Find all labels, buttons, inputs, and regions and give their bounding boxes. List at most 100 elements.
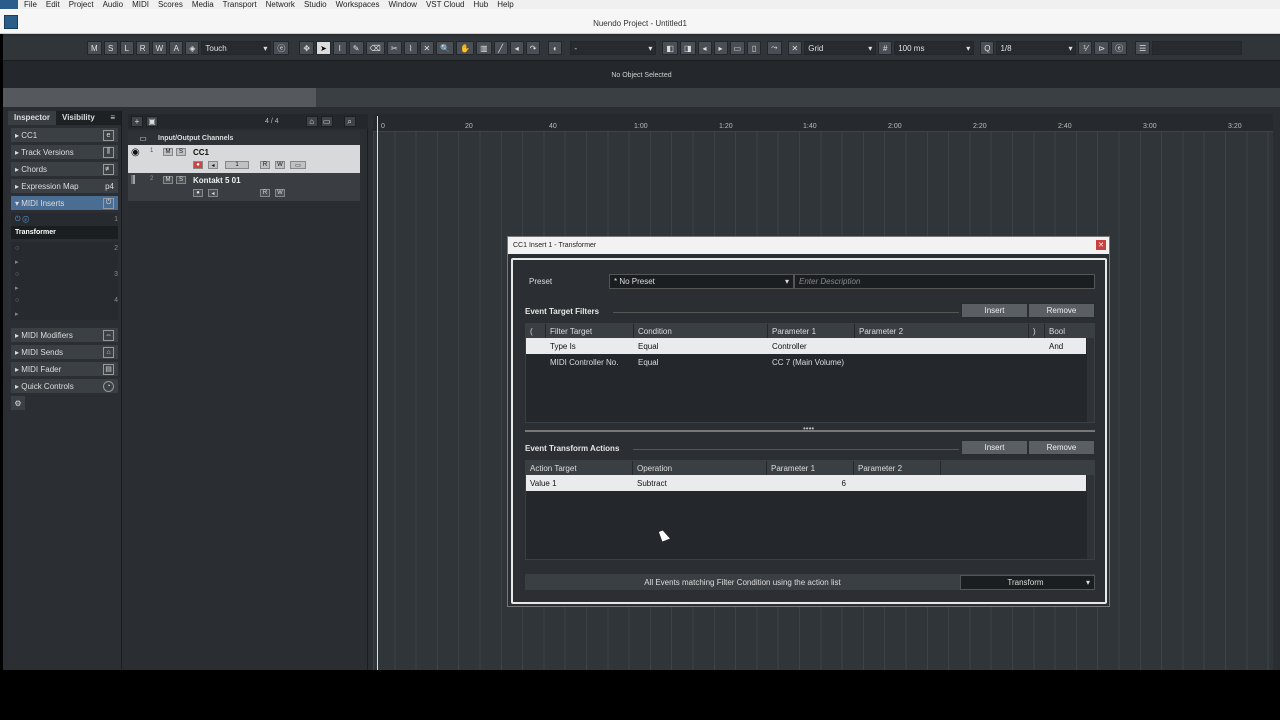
quantize-e-icon[interactable]: ⓔ bbox=[1111, 41, 1128, 55]
col-param1[interactable]: Parameter 1 bbox=[767, 461, 854, 475]
insert-slot-4[interactable]: ○ 4 bbox=[11, 294, 118, 307]
glue-icon[interactable]: ⌇ bbox=[403, 41, 418, 55]
monitor-icon[interactable]: ◂ bbox=[208, 161, 218, 169]
insert-slot-4-name[interactable]: ▸ bbox=[11, 307, 118, 320]
object-select-icon[interactable]: ➤ bbox=[316, 41, 331, 55]
tab-visibility[interactable]: Visibility bbox=[56, 111, 101, 125]
iterative-quantize-icon[interactable]: ⅟ bbox=[1078, 41, 1093, 55]
nudge-left-icon[interactable]: ◧ bbox=[662, 41, 678, 55]
color-icon[interactable]: ◐ bbox=[548, 41, 563, 55]
record-enable-icon[interactable]: ● bbox=[193, 189, 203, 197]
menu-midi[interactable]: MIDI bbox=[132, 0, 149, 9]
range-select-icon[interactable]: I bbox=[332, 41, 347, 55]
section-midi-modifiers[interactable]: ▸ MIDI Modifiers ⇔ bbox=[11, 328, 118, 342]
insert-slot-1-name[interactable]: Transformer bbox=[11, 226, 118, 239]
drag-icon[interactable]: ✥ bbox=[299, 41, 315, 55]
solo-button[interactable]: S bbox=[176, 148, 186, 156]
listen-mode-button[interactable]: L bbox=[119, 41, 134, 55]
actions-insert-button[interactable]: Insert bbox=[961, 440, 1028, 455]
filter-condition[interactable]: Equal bbox=[634, 358, 768, 367]
menu-window[interactable]: Window bbox=[389, 0, 417, 9]
action-operation[interactable]: Subtract bbox=[633, 479, 767, 488]
menu-help[interactable]: Help bbox=[497, 0, 513, 9]
splitter-handle-icon[interactable]: •••• bbox=[803, 424, 814, 433]
solo-mode-button[interactable]: S bbox=[103, 41, 118, 55]
overview-track[interactable] bbox=[316, 88, 1280, 107]
col-condition[interactable]: Condition bbox=[634, 324, 768, 338]
description-input[interactable]: Enter Description bbox=[794, 274, 1095, 289]
filter-condition[interactable]: Equal bbox=[634, 342, 768, 351]
quantize-select[interactable]: 1/8 ▾ bbox=[996, 41, 1077, 55]
timeline-ruler[interactable]: 0 20 40 1:00 1:20 1:40 2:00 2:20 2:40 3:… bbox=[373, 114, 1273, 132]
draw-icon[interactable]: ✎ bbox=[348, 41, 364, 55]
grid-value-select[interactable]: 100 ms ▾ bbox=[894, 41, 975, 55]
mute-button[interactable]: M bbox=[163, 148, 173, 156]
col-close-paren[interactable]: ) bbox=[1029, 324, 1045, 338]
power-icon[interactable]: ⏻ ⓔ bbox=[15, 216, 29, 224]
add-folder-icon[interactable]: ▣ bbox=[146, 116, 158, 127]
grid-type-icon[interactable]: ✕ bbox=[787, 41, 803, 55]
menu-network[interactable]: Network bbox=[266, 0, 295, 9]
move-left-icon[interactable]: ◂ bbox=[697, 41, 712, 55]
snap-icon[interactable]: ⤳ bbox=[767, 41, 782, 55]
menu-workspaces[interactable]: Workspaces bbox=[336, 0, 380, 9]
actions-remove-button[interactable]: Remove bbox=[1028, 440, 1095, 455]
insert-slot-3-name[interactable]: ▸ bbox=[11, 281, 118, 294]
menu-scores[interactable]: Scores bbox=[158, 0, 183, 9]
read-button[interactable]: R bbox=[260, 161, 270, 169]
automation-mode-select[interactable]: Touch ▾ bbox=[201, 41, 272, 55]
record-enable-icon[interactable]: ● bbox=[193, 161, 203, 169]
write-button[interactable]: W bbox=[275, 189, 285, 197]
menu-hub[interactable]: Hub bbox=[474, 0, 489, 9]
menu-media[interactable]: Media bbox=[192, 0, 214, 9]
menu-icon[interactable]: ≡ bbox=[104, 111, 121, 125]
grid-icon[interactable]: # bbox=[878, 41, 893, 55]
window-icon[interactable]: ▭ bbox=[320, 116, 333, 127]
trim-icon[interactable]: ▭ bbox=[729, 41, 746, 55]
menu-edit[interactable]: Edit bbox=[46, 0, 60, 9]
search-icon[interactable]: ⌕ bbox=[343, 116, 356, 127]
section-midi-sends[interactable]: ▸ MIDI Sends ⌂ bbox=[11, 345, 118, 359]
col-bool[interactable]: Bool bbox=[1045, 324, 1085, 338]
track-name[interactable]: Kontakt 5 01 bbox=[193, 176, 241, 185]
inspector-track-header[interactable]: ▸ CC1 e bbox=[11, 128, 118, 142]
col-action-target[interactable]: Action Target bbox=[526, 461, 633, 475]
insert-slot-3[interactable]: ○ 3 bbox=[11, 268, 118, 281]
menu-studio[interactable]: Studio bbox=[304, 0, 327, 9]
filters-remove-button[interactable]: Remove bbox=[1028, 303, 1095, 318]
add-track-icon[interactable]: + bbox=[131, 116, 143, 127]
filter-param1[interactable]: CC 7 (Main Volume) bbox=[768, 358, 929, 367]
write-button[interactable]: W bbox=[275, 161, 285, 169]
comp-icon[interactable]: ▥ bbox=[476, 41, 492, 55]
close-icon[interactable]: ✕ bbox=[1096, 240, 1106, 250]
menu-project[interactable]: Project bbox=[69, 0, 94, 9]
hand-icon[interactable]: ✋ bbox=[456, 41, 475, 55]
trim2-icon[interactable]: ▯ bbox=[747, 41, 762, 55]
insert-slot-2[interactable]: ○ 2 bbox=[11, 242, 118, 255]
warp-icon[interactable]: ↷ bbox=[525, 41, 541, 55]
mute-button[interactable]: M bbox=[163, 176, 173, 184]
move-right-icon[interactable]: ▸ bbox=[713, 41, 728, 55]
filters-insert-button[interactable]: Insert bbox=[961, 303, 1028, 318]
actions-scrollbar[interactable] bbox=[1087, 475, 1094, 559]
line-icon[interactable]: ╱ bbox=[493, 41, 508, 55]
folder-track[interactable]: ▭ Input/Output Channels bbox=[128, 131, 360, 145]
track-row-1[interactable]: ◉ 1 M S CC1 ● ◂ 1 R W ▭ bbox=[128, 145, 360, 173]
menu-transport[interactable]: Transport bbox=[223, 0, 257, 9]
settings-e-icon[interactable]: ⓔ bbox=[273, 41, 290, 55]
track-row-2[interactable]: ⫼ 2 M S Kontakt 5 01 ● ◂ R W bbox=[128, 173, 360, 201]
filter-target[interactable]: Type Is bbox=[546, 342, 634, 351]
automation-a-button[interactable]: A bbox=[169, 41, 184, 55]
col-open-paren[interactable]: ( bbox=[526, 324, 546, 338]
tab-inspector[interactable]: Inspector bbox=[8, 111, 57, 125]
col-operation[interactable]: Operation bbox=[633, 461, 767, 475]
filters-scrollbar[interactable] bbox=[1087, 338, 1094, 422]
play-icon[interactable]: ◂ bbox=[509, 41, 524, 55]
layout-icon[interactable]: ☰ bbox=[1135, 41, 1151, 55]
overview-bar[interactable] bbox=[3, 88, 316, 107]
split-icon[interactable]: ✂ bbox=[386, 41, 402, 55]
read-mode-button[interactable]: R bbox=[135, 41, 150, 55]
insert-slot-2-name[interactable]: ▸ bbox=[11, 255, 118, 268]
section-quick-controls[interactable]: ▸ Quick Controls ◔ bbox=[11, 379, 118, 393]
channel-field[interactable]: 1 bbox=[225, 161, 249, 169]
